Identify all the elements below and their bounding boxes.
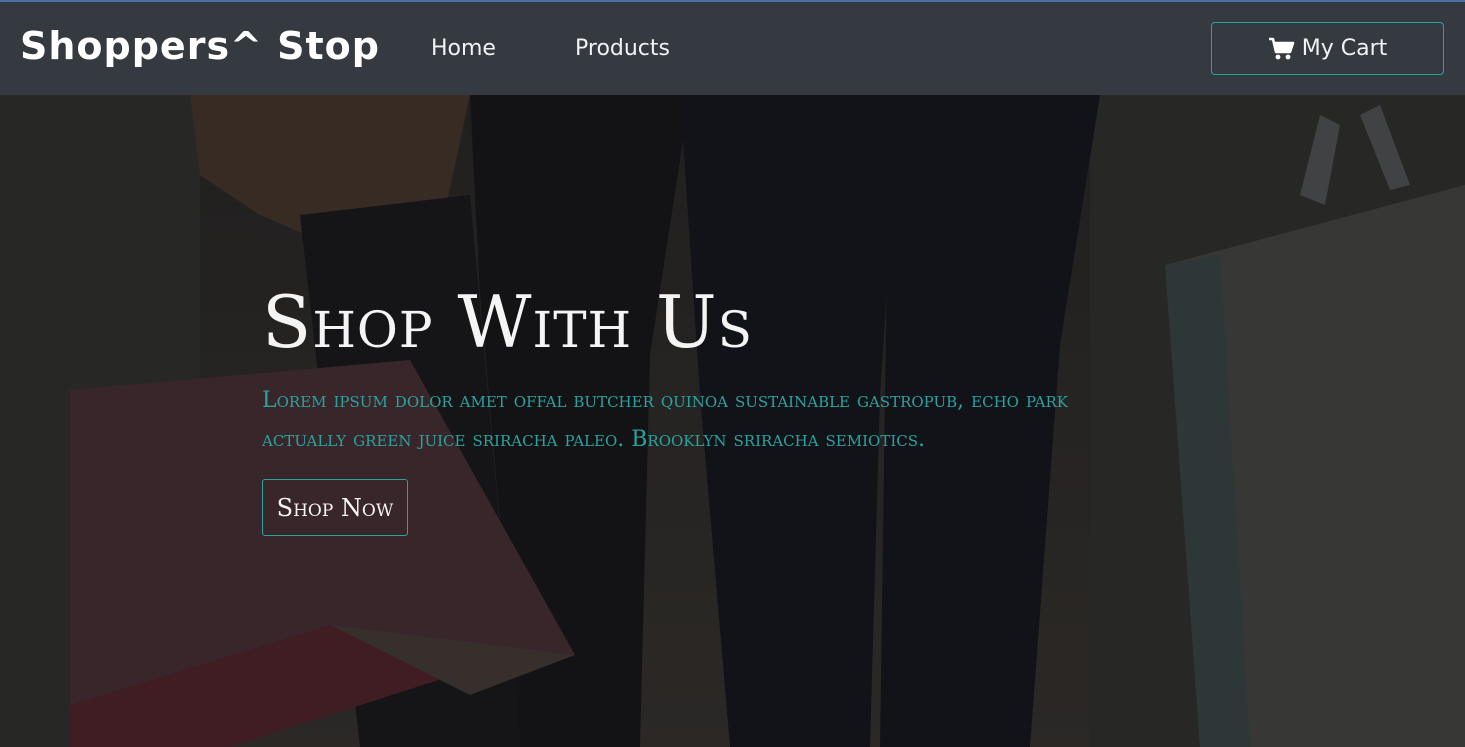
hero-banner: Shop With Us Lorem ipsum dolor amet offa… (0, 95, 1465, 747)
nav-link-home[interactable]: Home (431, 36, 496, 61)
brand-logo[interactable]: Shoppers^ Stop (20, 24, 380, 68)
my-cart-label: My Cart (1301, 36, 1388, 61)
my-cart-button[interactable]: My Cart (1211, 22, 1444, 75)
nav-link-products[interactable]: Products (575, 36, 670, 61)
shop-now-button[interactable]: Shop Now (262, 479, 408, 536)
hero-description: Lorem ipsum dolor amet offal butcher qui… (262, 388, 1069, 452)
hero-title: Shop With Us (262, 280, 753, 364)
shopping-cart-icon (1268, 37, 1296, 61)
navbar: Shoppers^ Stop Home Products My Cart (0, 2, 1465, 95)
